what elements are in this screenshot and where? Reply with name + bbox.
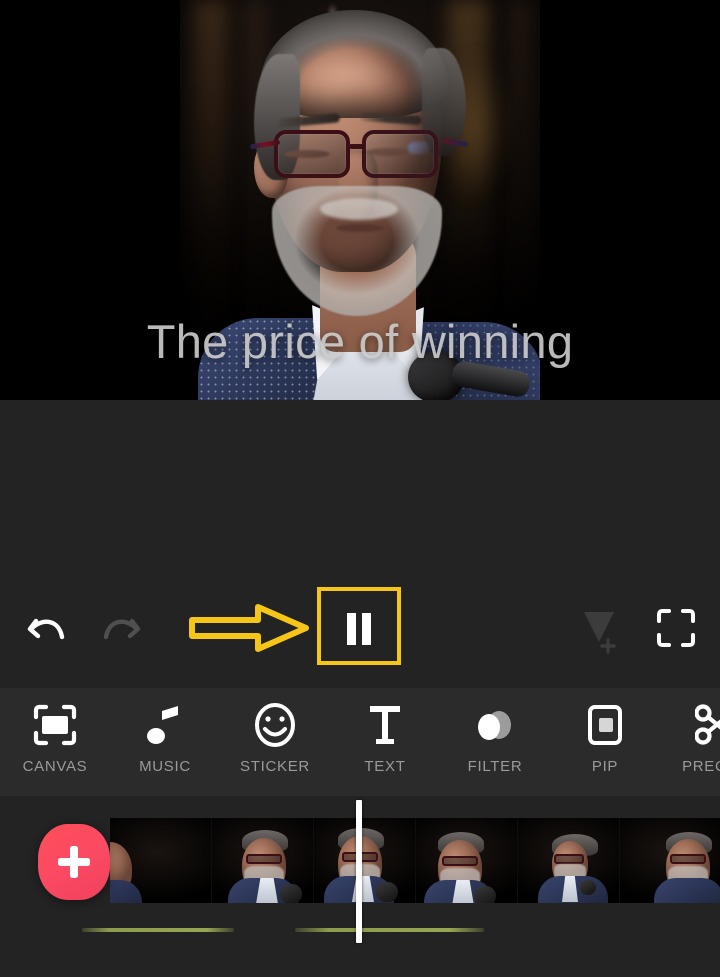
audio-waveform[interactable] [295,928,484,932]
player-control-bar [0,400,720,688]
tool-canvas[interactable]: Canvas [0,688,110,796]
clip-thumbnail[interactable] [110,818,212,903]
filter-circles-icon [472,702,518,748]
eyeglass-bridge [349,144,365,149]
tool-label: PIP [591,758,619,775]
smiley-sticker-icon [253,702,297,748]
tool-label: Precut [682,758,720,775]
undo-arrow-icon [27,618,65,640]
clip-thumbnail[interactable] [620,818,720,903]
tool-label: Sticker [240,758,310,775]
tool-filter[interactable]: Filter [440,688,550,796]
subtitle-overlay[interactable]: The price of winning [0,318,720,365]
fullscreen-icon [657,609,695,647]
clip-thumbnail-strip[interactable] [110,818,720,903]
control-row [0,590,720,670]
timeline-playhead[interactable] [356,800,362,943]
video-preview[interactable]: The price of winning [0,0,720,400]
pause-button[interactable] [320,594,398,664]
tool-label: Music [139,758,191,775]
plus-icon [58,846,90,878]
tool-label: Filter [467,758,523,775]
music-note-icon [145,702,185,748]
editor-toolbar: Canvas Music Sticker [0,688,720,796]
pause-icon [347,613,371,645]
right-arrow-icon [189,604,309,652]
tool-label: Text [364,758,406,775]
keyframe-add-icon [584,612,616,654]
mustache [320,198,398,220]
tool-music[interactable]: Music [110,688,220,796]
redo-arrow-icon [103,618,141,640]
tool-label: Canvas [22,758,88,775]
add-clip-button[interactable] [38,824,110,900]
tool-sticker[interactable]: Sticker [220,688,330,796]
eyeglass-lens [274,130,350,178]
redo-button[interactable] [90,598,150,658]
tool-pip[interactable]: PIP [550,688,660,796]
mouth [336,224,384,232]
pip-icon [586,702,624,748]
lens-glint [408,142,430,154]
scissors-icon [695,702,720,748]
clip-thumbnail[interactable] [212,818,314,903]
undo-button[interactable] [18,598,78,658]
eyeglass-lens [362,130,438,178]
pointer-arrow-annotation [188,602,310,654]
tool-precut[interactable]: Precut [660,688,720,796]
text-t-icon [365,702,405,748]
audio-waveform[interactable] [82,928,234,932]
tool-text[interactable]: Text [330,688,440,796]
clip-thumbnail[interactable] [416,818,518,903]
fullscreen-button[interactable] [648,600,704,656]
video-editor-app: The price of winning CANVAS MUSIC STICKE… [0,0,720,977]
eyeglasses [249,126,469,184]
clip-thumbnail[interactable] [518,818,620,903]
add-keyframe-button[interactable] [568,598,630,660]
clip-thumbnail[interactable] [314,818,416,903]
canvas-icon [33,702,77,748]
